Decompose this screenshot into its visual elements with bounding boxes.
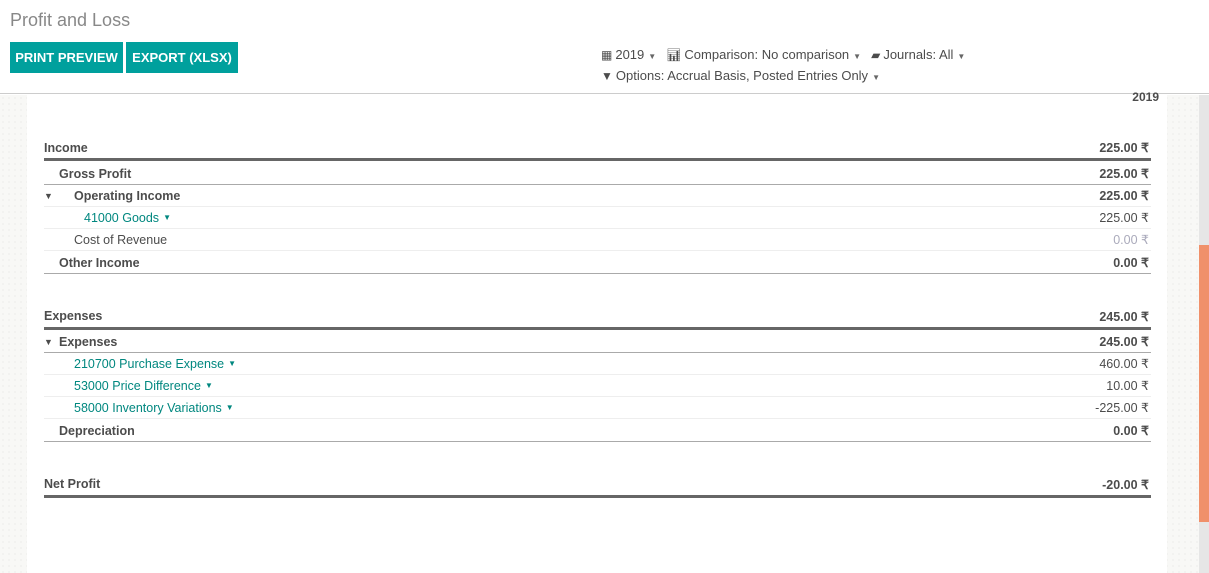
caret-down-icon[interactable]: ▼	[44, 337, 53, 347]
row-amount: 225.00 ₹	[1099, 211, 1149, 225]
account-link[interactable]: 58000 Inventory Variations	[44, 401, 222, 415]
row-cost-of-revenue: Cost of Revenue 0.00 ₹	[44, 229, 1151, 251]
row-operating-income[interactable]: ▼ Operating Income 225.00 ₹	[44, 185, 1151, 207]
caret-down-icon[interactable]: ▼	[226, 403, 234, 412]
row-label: Expenses	[44, 309, 103, 323]
filter-icon: ▼	[601, 69, 613, 83]
caret-down-icon[interactable]: ▼	[44, 191, 53, 201]
row-account-purchase-expense[interactable]: 210700 Purchase Expense ▼ 460.00 ₹	[44, 353, 1151, 375]
account-link[interactable]: 210700 Purchase Expense	[44, 357, 224, 371]
row-label: Gross Profit	[59, 166, 132, 181]
row-gross-profit: Gross Profit 225.00 ₹	[44, 163, 1151, 185]
options-filter[interactable]: ▼ Options: Accrual Basis, Posted Entries …	[601, 68, 880, 83]
row-amount: 0.00 ₹	[1113, 424, 1149, 438]
caret-down-icon: ▼	[853, 52, 862, 61]
account-link[interactable]: 41000 Goods	[44, 211, 159, 225]
print-preview-button[interactable]: PRINT PREVIEW	[10, 42, 123, 73]
journals-filter[interactable]: ▰ Journals: All ▼	[871, 47, 965, 62]
row-label: Other Income	[59, 255, 140, 270]
row-expenses-header: Expenses 245.00 ₹	[44, 305, 1151, 330]
row-net-profit: Net Profit -20.00 ₹	[44, 473, 1151, 498]
row-label: Income	[44, 140, 88, 155]
row-income: Income 225.00 ₹	[44, 137, 1151, 161]
row-label: Net Profit	[44, 477, 101, 491]
comparison-filter-label: Comparison: No comparison	[684, 47, 850, 62]
row-amount: 460.00 ₹	[1099, 357, 1149, 371]
row-amount: 225.00 ₹	[1099, 189, 1149, 203]
row-amount: 245.00 ₹	[1099, 335, 1149, 349]
page-title: Profit and Loss	[10, 10, 131, 30]
row-amount: 225.00 ₹	[1099, 141, 1149, 155]
book-icon: ▰	[871, 48, 881, 62]
row-account-goods[interactable]: 41000 Goods ▼ 225.00 ₹	[44, 207, 1151, 229]
row-amount: 10.00 ₹	[1106, 379, 1149, 393]
row-account-inventory-variations[interactable]: 58000 Inventory Variations ▼ -225.00 ₹	[44, 397, 1151, 419]
row-amount: 245.00 ₹	[1099, 309, 1149, 324]
column-header-2019: 2019	[1132, 90, 1159, 104]
date-filter-label: 2019	[615, 47, 645, 62]
calendar-icon: ▦	[601, 48, 613, 62]
scrollbar-thumb[interactable]	[1199, 245, 1209, 522]
caret-down-icon: ▼	[957, 52, 966, 61]
row-amount: 0.00 ₹	[1113, 256, 1149, 270]
options-filter-label: Options: Accrual Basis, Posted Entries O…	[615, 68, 869, 83]
row-account-price-difference[interactable]: 53000 Price Difference ▼ 10.00 ₹	[44, 375, 1151, 397]
date-filter[interactable]: ▦ 2019 ▼	[601, 47, 656, 62]
journals-filter-label: Journals: All	[883, 47, 954, 62]
caret-down-icon: ▼	[872, 73, 880, 82]
control-panel: Profit and Loss PRINT PREVIEW EXPORT (XL…	[0, 0, 1209, 94]
row-amount: -20.00 ₹	[1102, 477, 1149, 492]
row-label: Depreciation	[59, 423, 135, 438]
row-label: Operating Income	[74, 188, 181, 203]
comparison-filter[interactable]: 📊︎ Comparison: No comparison ▼	[666, 47, 861, 62]
row-amount: 0.00 ₹	[1113, 233, 1149, 247]
row-depreciation: Depreciation 0.00 ₹	[44, 420, 1151, 442]
caret-down-icon[interactable]: ▼	[228, 359, 236, 368]
export-xlsx-button[interactable]: EXPORT (XLSX)	[126, 42, 238, 73]
row-amount: 225.00 ₹	[1099, 167, 1149, 181]
account-link[interactable]: 53000 Price Difference	[44, 379, 201, 393]
row-other-income: Other Income 0.00 ₹	[44, 252, 1151, 274]
row-expenses[interactable]: ▼ Expenses 245.00 ₹	[44, 331, 1151, 353]
caret-down-icon: ▼	[648, 52, 657, 61]
caret-down-icon[interactable]: ▼	[205, 381, 213, 390]
bar-chart-icon: 📊︎	[666, 48, 682, 62]
scrollbar[interactable]	[1199, 95, 1209, 573]
row-amount: -225.00 ₹	[1095, 401, 1149, 415]
row-label: Cost of Revenue	[74, 232, 168, 247]
row-label: Expenses	[59, 334, 118, 349]
caret-down-icon[interactable]: ▼	[163, 213, 171, 222]
